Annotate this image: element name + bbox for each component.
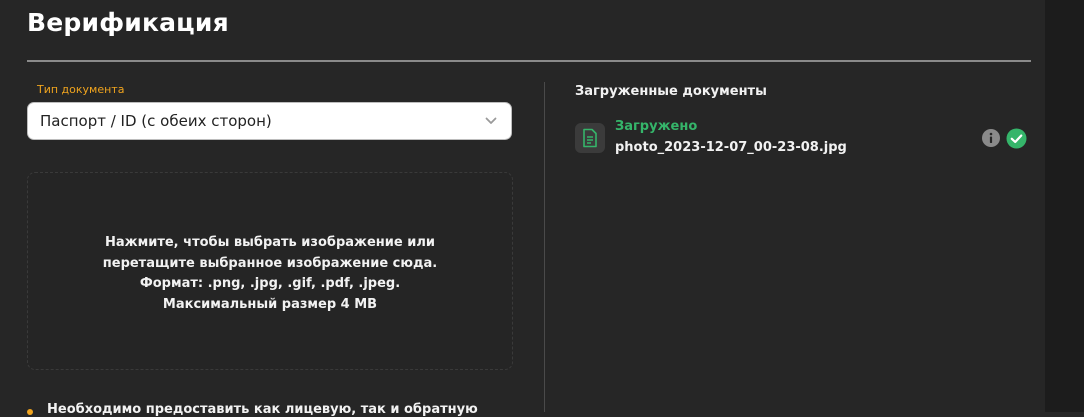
file-document-icon [575,123,605,153]
dropzone-line: Формат: .png, .jpg, .gif, .pdf, .jpeg. [139,276,401,291]
document-type-value: Паспорт / ID (с обеих сторон) [40,112,272,130]
info-icon[interactable] [982,129,1000,147]
dropzone-line: перетащите выбранное изображение сюда. [102,255,438,271]
page-title: Верификация [27,8,229,37]
chevron-down-icon [485,117,497,124]
dropzone-line: Нажмите, чтобы выбрать изображение или [105,235,435,250]
uploaded-filename: photo_2023-12-07_00-23-08.jpg [615,140,847,155]
right-edge-panel [1045,0,1084,412]
upload-dropzone[interactable]: Нажмите, чтобы выбрать изображение или п… [27,172,513,370]
dropzone-line: Максимальный размер 4 MB [162,296,378,312]
upload-status: Загружено [615,119,698,134]
note-bullet [27,409,33,415]
document-type-label: Тип документа [37,83,125,96]
dropzone-instructions: Нажмите, чтобы выбрать изображение или п… [28,233,512,315]
title-divider [27,60,1031,62]
document-type-select[interactable]: Паспорт / ID (с обеих сторон) [27,102,512,140]
column-divider [544,82,545,412]
check-circle-icon [1006,128,1027,149]
requirement-note: Необходимо предоставить как лицевую, так… [47,402,478,417]
uploaded-documents-title: Загруженные документы [575,84,767,99]
